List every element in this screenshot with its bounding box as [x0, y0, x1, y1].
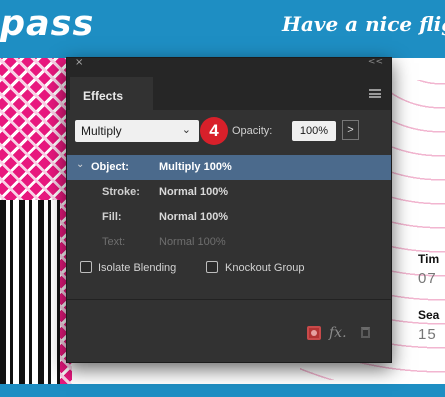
isolate-blending-checkbox[interactable]	[80, 261, 92, 273]
opacity-input[interactable]: 100%	[292, 121, 336, 141]
row-label-stroke: Stroke:	[102, 186, 140, 198]
tagline: Have a nice flig	[282, 12, 445, 36]
row-value-fill: Normal 100%	[159, 211, 229, 223]
row-label-text: Text:	[102, 236, 126, 248]
effect-row-text[interactable]: Text: Normal 100%	[67, 230, 391, 255]
chevron-down-icon: ⌄	[181, 124, 191, 136]
footer-bar	[0, 384, 445, 397]
knockout-group-label[interactable]: Knockout Group	[225, 262, 305, 274]
row-label-object: Object:	[91, 161, 129, 173]
effect-row-stroke[interactable]: Stroke: Normal 100%	[67, 180, 391, 205]
chevron-down-icon[interactable]: ⌄	[76, 159, 84, 170]
tab-effects[interactable]: Effects	[70, 77, 153, 110]
arrow-right-icon[interactable]: >	[342, 120, 359, 140]
effects-panel: × << Effects Multiply ⌄ 4 Opacity: 100% …	[66, 57, 392, 363]
menu-icon[interactable]	[369, 89, 381, 98]
row-label-fill: Fill:	[102, 211, 122, 223]
info-label-time: Tim	[418, 252, 440, 266]
blend-mode-select[interactable]: Multiply ⌄	[75, 120, 199, 142]
panel-divider	[67, 299, 391, 300]
tab-effects-label: Effects	[83, 89, 124, 103]
clear-effects-icon[interactable]	[307, 326, 321, 340]
opacity-label: Opacity:	[232, 125, 273, 137]
panel-tab-bar: Effects	[67, 71, 391, 110]
effect-row-fill[interactable]: Fill: Normal 100%	[67, 205, 391, 230]
info-label-seat: Sea	[418, 308, 440, 322]
qr-code	[0, 200, 60, 385]
row-value-stroke: Normal 100%	[159, 186, 229, 198]
panel-titlebar: × <<	[67, 57, 391, 71]
trash-icon[interactable]	[361, 327, 370, 338]
close-icon[interactable]: ×	[75, 57, 83, 68]
collapse-icon[interactable]: <<	[368, 57, 383, 67]
brand-text: pass	[0, 4, 95, 44]
knockout-group-checkbox[interactable]	[206, 261, 218, 273]
info-value-seat: 15	[418, 326, 437, 343]
row-value-text: Normal 100%	[159, 236, 226, 248]
row-value-object: Multiply 100%	[159, 161, 232, 173]
fx-icon[interactable]: fx.	[329, 325, 347, 341]
effect-row-object[interactable]: ⌄ Object: Multiply 100%	[67, 155, 391, 180]
step-badge: 4	[200, 117, 228, 145]
blend-mode-value: Multiply	[81, 124, 122, 138]
boarding-pass-header: pass Have a nice flig	[0, 0, 445, 58]
isolate-blending-label[interactable]: Isolate Blending	[98, 262, 176, 274]
info-value-time: 07	[418, 270, 437, 287]
